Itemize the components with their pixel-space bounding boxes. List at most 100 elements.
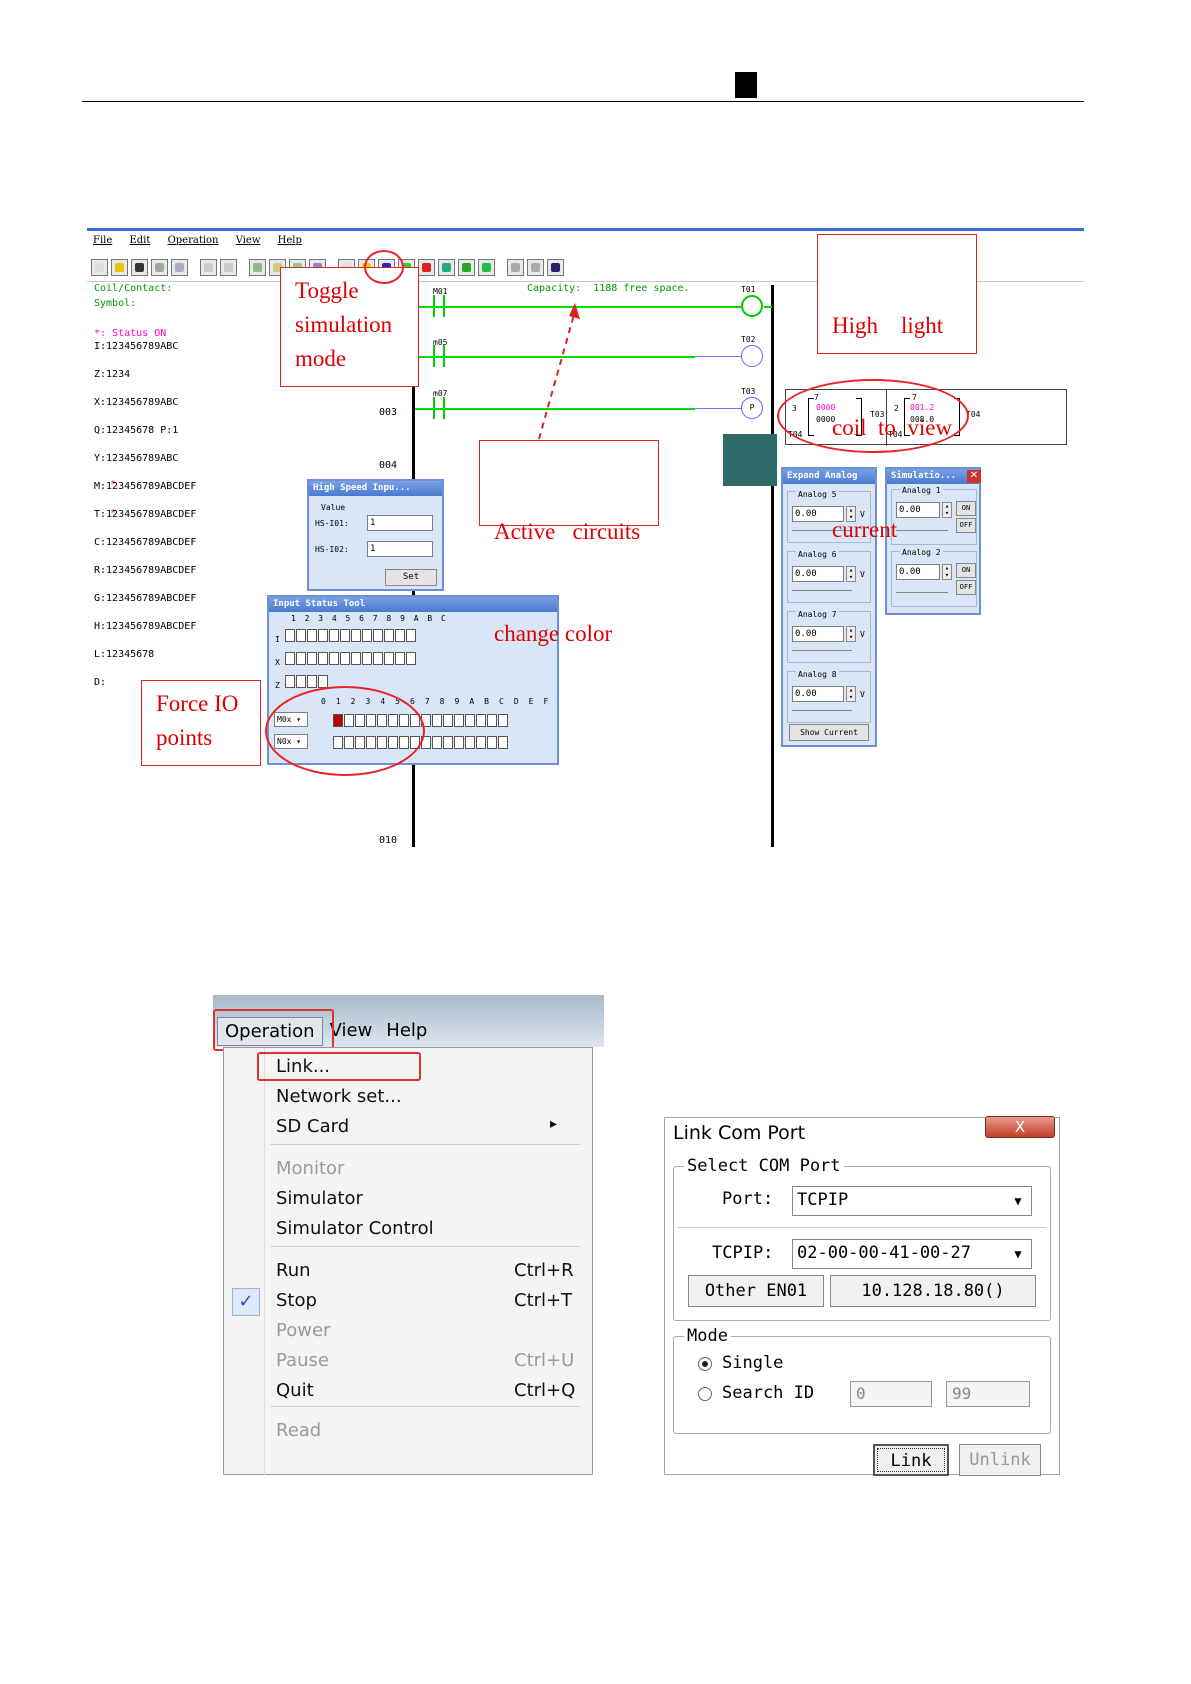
io-checkbox[interactable] <box>350 629 361 642</box>
coil-t02[interactable] <box>741 345 763 367</box>
io-checkbox[interactable] <box>295 675 306 688</box>
search-from-input[interactable]: 0 <box>850 1381 932 1407</box>
set-button[interactable]: Set <box>385 569 437 586</box>
menu-view[interactable]: View <box>236 235 261 246</box>
tcpip-select[interactable]: 02-00-00-41-00-27 ▼ <box>792 1239 1032 1269</box>
menu-item-stop[interactable]: Stop <box>276 1290 317 1311</box>
io-checkbox[interactable] <box>443 714 453 727</box>
open-icon[interactable] <box>111 258 128 276</box>
menu-item-run[interactable]: Run <box>276 1260 311 1281</box>
io-checkbox[interactable] <box>432 736 442 749</box>
io-checkbox[interactable] <box>350 652 361 665</box>
show-current-button[interactable]: Show Current <box>789 724 869 741</box>
io-checkbox[interactable] <box>361 652 372 665</box>
write-icon[interactable] <box>507 258 524 276</box>
io-checkbox[interactable] <box>476 736 486 749</box>
io-checkbox[interactable] <box>487 736 497 749</box>
io-checkbox[interactable] <box>443 736 453 749</box>
check-icon[interactable] <box>151 258 168 276</box>
unlink-button[interactable]: Unlink <box>959 1444 1041 1476</box>
hs-i01-input[interactable]: 1 <box>367 515 433 531</box>
read-icon[interactable] <box>478 258 495 276</box>
menu-operation[interactable]: Operation <box>168 235 219 246</box>
port-select[interactable]: TCPIP ▼ <box>792 1186 1032 1216</box>
slider-track[interactable] <box>792 650 852 651</box>
io-checkbox[interactable] <box>295 652 306 665</box>
io-checkbox[interactable] <box>465 736 475 749</box>
io-checkbox[interactable] <box>465 714 475 727</box>
ip-address-button[interactable]: 10.128.18.80() <box>830 1275 1036 1307</box>
close-icon[interactable]: ✕ <box>967 470 981 483</box>
io-checkbox[interactable] <box>339 629 350 642</box>
menu-help[interactable]: Help <box>278 235 302 246</box>
io-checkbox[interactable] <box>284 629 295 642</box>
io-checkbox[interactable] <box>295 629 306 642</box>
ladder-icon[interactable] <box>249 258 266 276</box>
menu-item-simulator[interactable]: Simulator <box>276 1188 363 1209</box>
search-to-input[interactable]: 99 <box>946 1381 1030 1407</box>
spinner-icon[interactable]: ▴ ▾ <box>846 686 856 702</box>
io-checkbox[interactable] <box>405 652 416 665</box>
single-radio[interactable] <box>698 1357 712 1371</box>
io-checkbox[interactable] <box>394 652 405 665</box>
menu-edit[interactable]: Edit <box>129 235 150 246</box>
analog-input[interactable]: 0.00 <box>792 626 844 642</box>
mode-group: Mode Single Search ID 0 99 <box>673 1326 1051 1434</box>
io-checkbox[interactable] <box>317 675 328 688</box>
symbol-line: L:12345678 <box>94 649 155 660</box>
io-checkbox[interactable] <box>317 652 328 665</box>
slider-track[interactable] <box>792 710 852 711</box>
help-icon[interactable] <box>547 258 564 276</box>
io-checkbox[interactable] <box>306 629 317 642</box>
menu-item-sd-card[interactable]: SD Card <box>276 1116 349 1137</box>
io-checkbox[interactable] <box>306 652 317 665</box>
highlight-ring <box>364 250 404 284</box>
io-checkbox[interactable] <box>383 652 394 665</box>
close-icon[interactable]: X <box>985 1116 1055 1138</box>
run-icon[interactable] <box>458 258 475 276</box>
chevron-down-icon: ▼ <box>1014 1247 1022 1261</box>
io-checkbox[interactable] <box>383 629 394 642</box>
io-checkbox[interactable] <box>328 629 339 642</box>
quit-icon[interactable] <box>438 258 455 276</box>
io-checkbox[interactable] <box>498 736 508 749</box>
undo-icon[interactable] <box>200 258 217 276</box>
io-checkbox[interactable] <box>394 629 405 642</box>
other-en01-button[interactable]: Other EN01 <box>688 1275 824 1307</box>
coil-t03[interactable]: P <box>741 397 763 419</box>
save-icon[interactable] <box>131 258 148 276</box>
menu-file[interactable]: File <box>93 235 112 246</box>
stop-icon[interactable] <box>418 258 435 276</box>
menu-item-simulator-control[interactable]: Simulator Control <box>276 1218 434 1239</box>
link-button[interactable]: Link <box>873 1444 949 1476</box>
coil-t01[interactable] <box>741 295 763 317</box>
redo-icon[interactable] <box>220 258 237 276</box>
io-checkbox[interactable] <box>361 629 372 642</box>
spinner-icon[interactable]: ▴ ▾ <box>846 626 856 642</box>
analog-input[interactable]: 0.00 <box>792 686 844 702</box>
io-checkbox[interactable] <box>284 675 295 688</box>
io-checkbox[interactable] <box>432 714 442 727</box>
preview-icon[interactable] <box>171 258 188 276</box>
menu-item-quit[interactable]: Quit <box>276 1380 314 1401</box>
capacity-label: Capacity: 1188 free space. <box>527 283 690 294</box>
io-checkbox[interactable] <box>328 652 339 665</box>
io-checkbox[interactable] <box>405 629 416 642</box>
io-checkbox[interactable] <box>306 675 317 688</box>
menu-item-network-set[interactable]: Network set... <box>276 1086 402 1107</box>
io-checkbox[interactable] <box>372 652 383 665</box>
io-checkbox[interactable] <box>284 652 295 665</box>
menu-help[interactable]: Help <box>379 1017 434 1046</box>
operation-menu-screenshot: Operation View Help Link... Network set..… <box>213 995 604 1475</box>
cursor-cell[interactable] <box>723 434 777 486</box>
io-checkbox[interactable] <box>454 714 464 727</box>
io-checkbox[interactable] <box>476 714 486 727</box>
search-id-radio[interactable] <box>698 1387 712 1401</box>
io-checkbox[interactable] <box>339 652 350 665</box>
io-checkbox[interactable] <box>317 629 328 642</box>
compare-icon[interactable] <box>527 258 544 276</box>
hs-i02-input[interactable]: 1 <box>367 541 433 557</box>
io-checkbox[interactable] <box>372 629 383 642</box>
io-checkbox[interactable] <box>454 736 464 749</box>
new-icon[interactable] <box>91 258 108 276</box>
